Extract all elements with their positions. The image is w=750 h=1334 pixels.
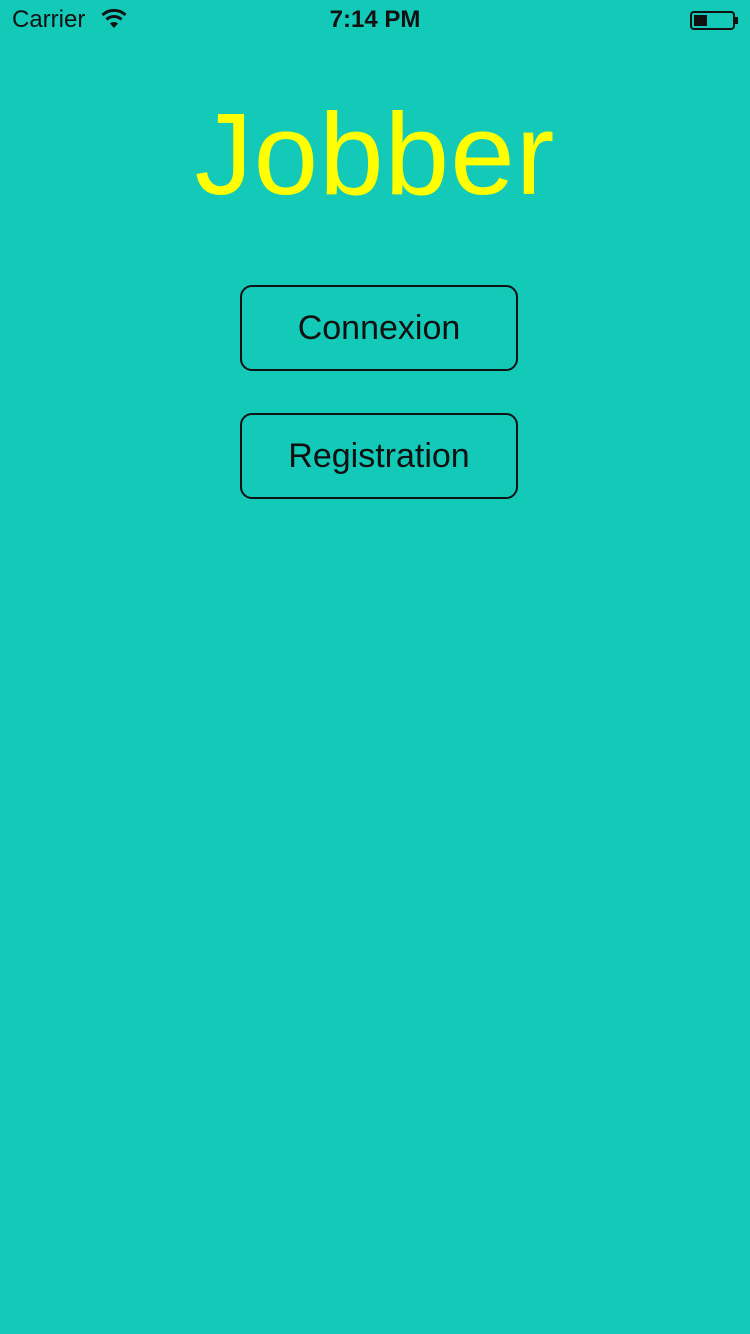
- status-bar: Carrier 7:14 PM: [0, 0, 750, 40]
- status-time: 7:14 PM: [329, 6, 421, 33]
- registration-button[interactable]: Registration: [240, 413, 518, 499]
- battery-icon: [690, 10, 740, 32]
- connexion-button[interactable]: Connexion: [240, 285, 518, 371]
- app-title: Jobber: [194, 89, 556, 219]
